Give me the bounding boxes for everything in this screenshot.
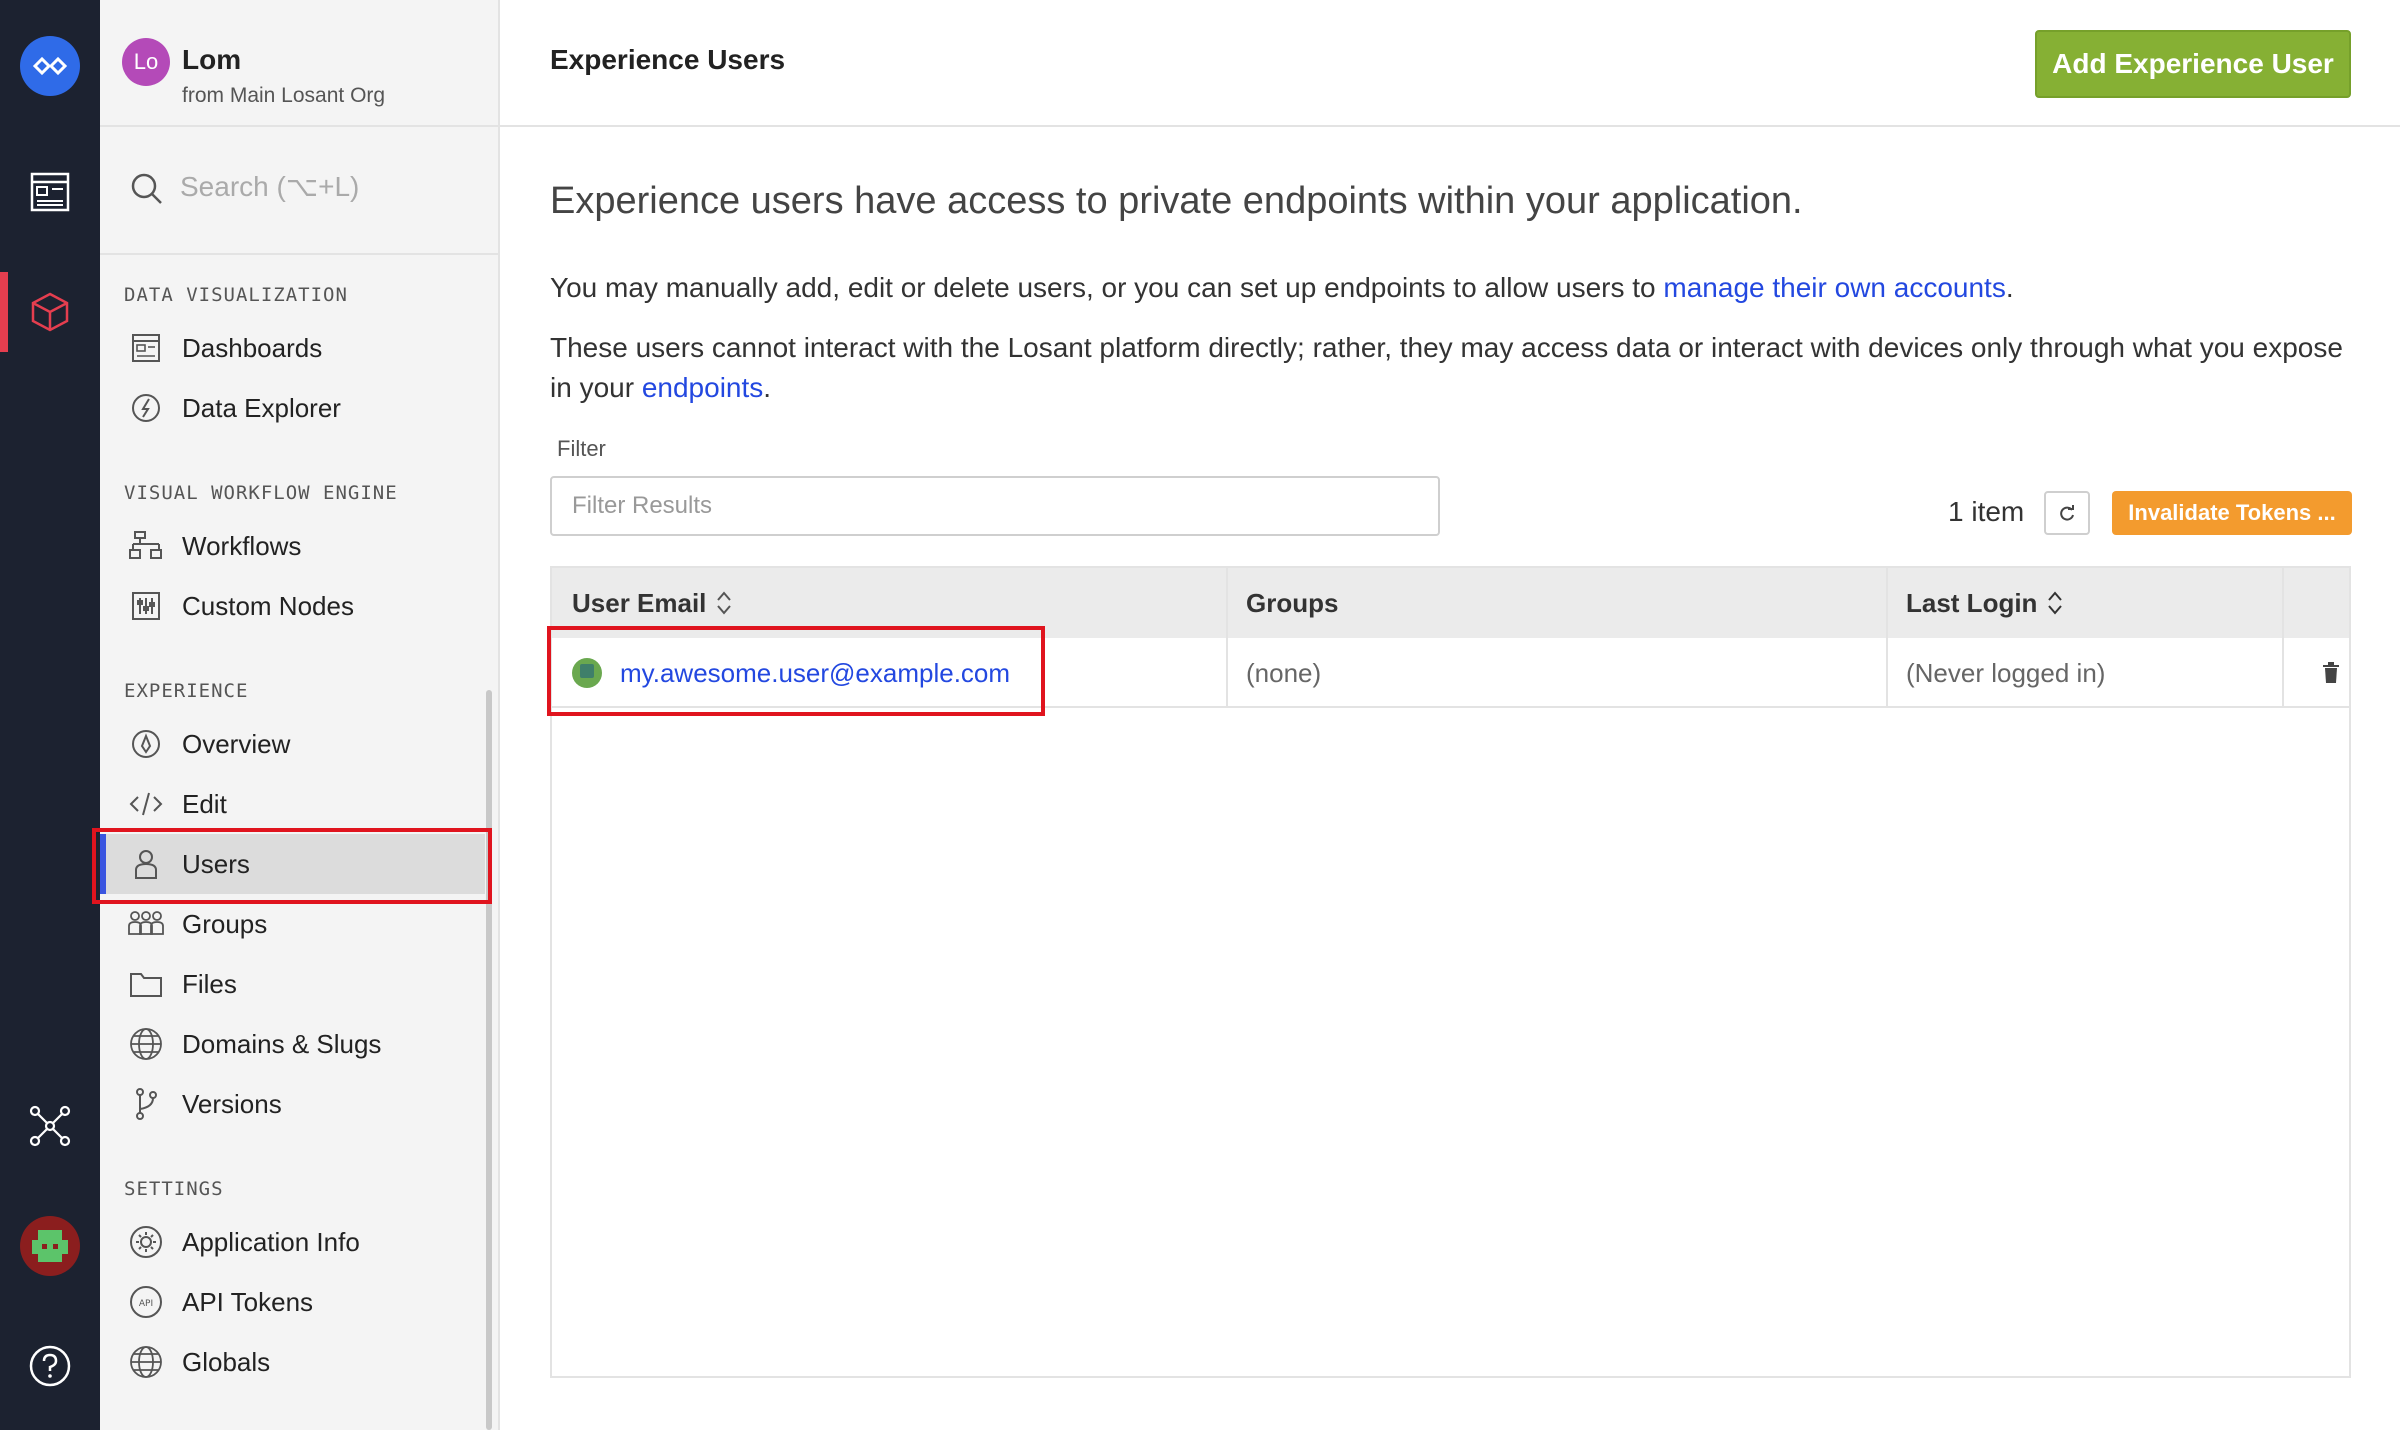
invalidate-tokens-button[interactable]: Invalidate Tokens ... xyxy=(2112,491,2352,535)
users-highlight-box xyxy=(92,828,492,904)
lead-text: Experience users have access to private … xyxy=(550,180,1803,222)
info-end: . xyxy=(763,372,772,403)
refresh-icon xyxy=(2060,505,2074,521)
manage-accounts-link[interactable]: manage their own accounts xyxy=(1663,272,2005,303)
add-experience-user-button[interactable]: Add Experience User xyxy=(2035,30,2351,98)
sidebar-item-label: API Tokens xyxy=(182,1286,314,1317)
sidebar-item-files[interactable]: Files xyxy=(100,954,485,1014)
intro-end: . xyxy=(2005,272,2014,303)
sidebar-item-label: Dashboards xyxy=(182,332,323,363)
cell-last-login: (Never logged in) xyxy=(1906,657,2106,688)
page-title: Experience Users xyxy=(550,44,786,75)
sidebar: Lo Lom from Main Losant Org Search (⌥+L)… xyxy=(100,0,500,1430)
email-highlight-box xyxy=(547,626,1045,716)
sidebar-item-label: Data Explorer xyxy=(182,392,341,423)
sidebar-item-label: Globals xyxy=(182,1346,271,1377)
filter-label: Filter xyxy=(557,436,606,461)
intro-paragraph: You may manually add, edit or delete use… xyxy=(550,268,2350,308)
svg-text:API: API xyxy=(139,1299,153,1309)
sidebar-item-label: Groups xyxy=(182,908,268,939)
trash-icon xyxy=(2323,662,2339,683)
code-icon xyxy=(128,786,164,822)
search-icon xyxy=(131,173,162,204)
column-header-last-login[interactable]: Last Login xyxy=(1886,568,2286,638)
app-name: Lom xyxy=(182,44,242,75)
sidebar-item-edit[interactable]: Edit xyxy=(100,774,485,834)
sidebar-item-label: Edit xyxy=(182,788,227,819)
sliders-icon xyxy=(128,588,164,624)
application-cube-icon[interactable] xyxy=(0,272,100,352)
sidebar-item-dashboards[interactable]: Dashboards xyxy=(100,318,485,378)
sidebar-item-label: Custom Nodes xyxy=(182,590,354,621)
section-title-data-visualization: DATA VISUALIZATION xyxy=(124,284,348,306)
page-header: Experience Users Add Experience User xyxy=(500,0,2400,127)
filter-input[interactable]: Filter Results xyxy=(550,476,1440,536)
cell-groups: (none) xyxy=(1246,657,1322,688)
workflow-icon xyxy=(128,528,164,564)
sidebar-item-versions[interactable]: Versions xyxy=(100,1074,485,1134)
org-avatar: Lo xyxy=(122,38,170,86)
org-switcher[interactable]: Lo Lom from Main Losant Org xyxy=(100,0,500,127)
sidebar-item-domains-slugs[interactable]: Domains & Slugs xyxy=(100,1014,485,1074)
delete-user-button[interactable] xyxy=(2302,638,2348,708)
sort-icon xyxy=(717,591,732,615)
dashboard-icon xyxy=(128,330,164,366)
sidebar-item-label: Domains & Slugs xyxy=(182,1028,382,1059)
endpoints-link[interactable]: endpoints xyxy=(642,372,763,403)
www-icon xyxy=(128,1026,164,1062)
section-title-visual-workflow-engine: VISUAL WORKFLOW ENGINE xyxy=(124,482,398,504)
sidebar-item-label: Workflows xyxy=(182,530,302,561)
column-header-label: User Email xyxy=(572,587,707,618)
sidebar-item-label: Versions xyxy=(182,1088,282,1119)
branch-icon xyxy=(128,1086,164,1122)
intro-text: You may manually add, edit or delete use… xyxy=(550,272,1664,303)
search-box[interactable]: Search (⌥+L) xyxy=(100,128,500,255)
sidebar-item-overview[interactable]: Overview xyxy=(100,714,485,774)
sidebar-item-globals[interactable]: Globals xyxy=(100,1332,485,1392)
column-header-groups: Groups xyxy=(1246,587,1339,618)
org-subtitle: from Main Losant Org xyxy=(182,84,386,107)
sidebar-item-label: Files xyxy=(182,968,237,999)
losant-logo-icon[interactable] xyxy=(20,36,80,96)
help-icon[interactable] xyxy=(0,1326,100,1406)
refresh-button[interactable] xyxy=(2044,491,2090,535)
sidebar-item-data-explorer[interactable]: Data Explorer xyxy=(100,378,485,438)
folder-icon xyxy=(128,966,164,1002)
user-avatar-icon[interactable] xyxy=(0,1206,100,1286)
info-paragraph: These users cannot interact with the Los… xyxy=(550,328,2350,408)
sort-icon xyxy=(2048,591,2063,615)
devices-network-icon[interactable] xyxy=(0,1086,100,1166)
sidebar-item-api-tokens[interactable]: API API Tokens xyxy=(100,1272,485,1332)
groups-icon xyxy=(128,906,164,942)
section-title-settings: SETTINGS xyxy=(124,1178,224,1200)
sidebar-item-custom-nodes[interactable]: Custom Nodes xyxy=(100,576,485,636)
sidebar-item-label: Application Info xyxy=(182,1226,360,1257)
dashboard-rail-icon[interactable] xyxy=(0,152,100,232)
compass-icon xyxy=(128,390,164,426)
sidebar-item-workflows[interactable]: Workflows xyxy=(100,516,485,576)
icon-rail xyxy=(0,0,100,1430)
section-title-experience: EXPERIENCE xyxy=(124,680,249,702)
sidebar-scrollbar[interactable] xyxy=(486,690,492,1430)
globe-icon xyxy=(128,1344,164,1380)
gear-icon xyxy=(128,1224,164,1260)
sidebar-item-label: Overview xyxy=(182,728,291,759)
sidebar-item-application-info[interactable]: Application Info xyxy=(100,1212,485,1272)
info-text: These users cannot interact with the Los… xyxy=(550,332,2343,403)
overview-icon xyxy=(128,726,164,762)
item-count: 1 item xyxy=(1948,496,2025,527)
api-icon: API xyxy=(128,1284,164,1320)
search-input[interactable]: Search (⌥+L) xyxy=(180,170,359,203)
column-header-label: Last Login xyxy=(1906,587,2038,618)
